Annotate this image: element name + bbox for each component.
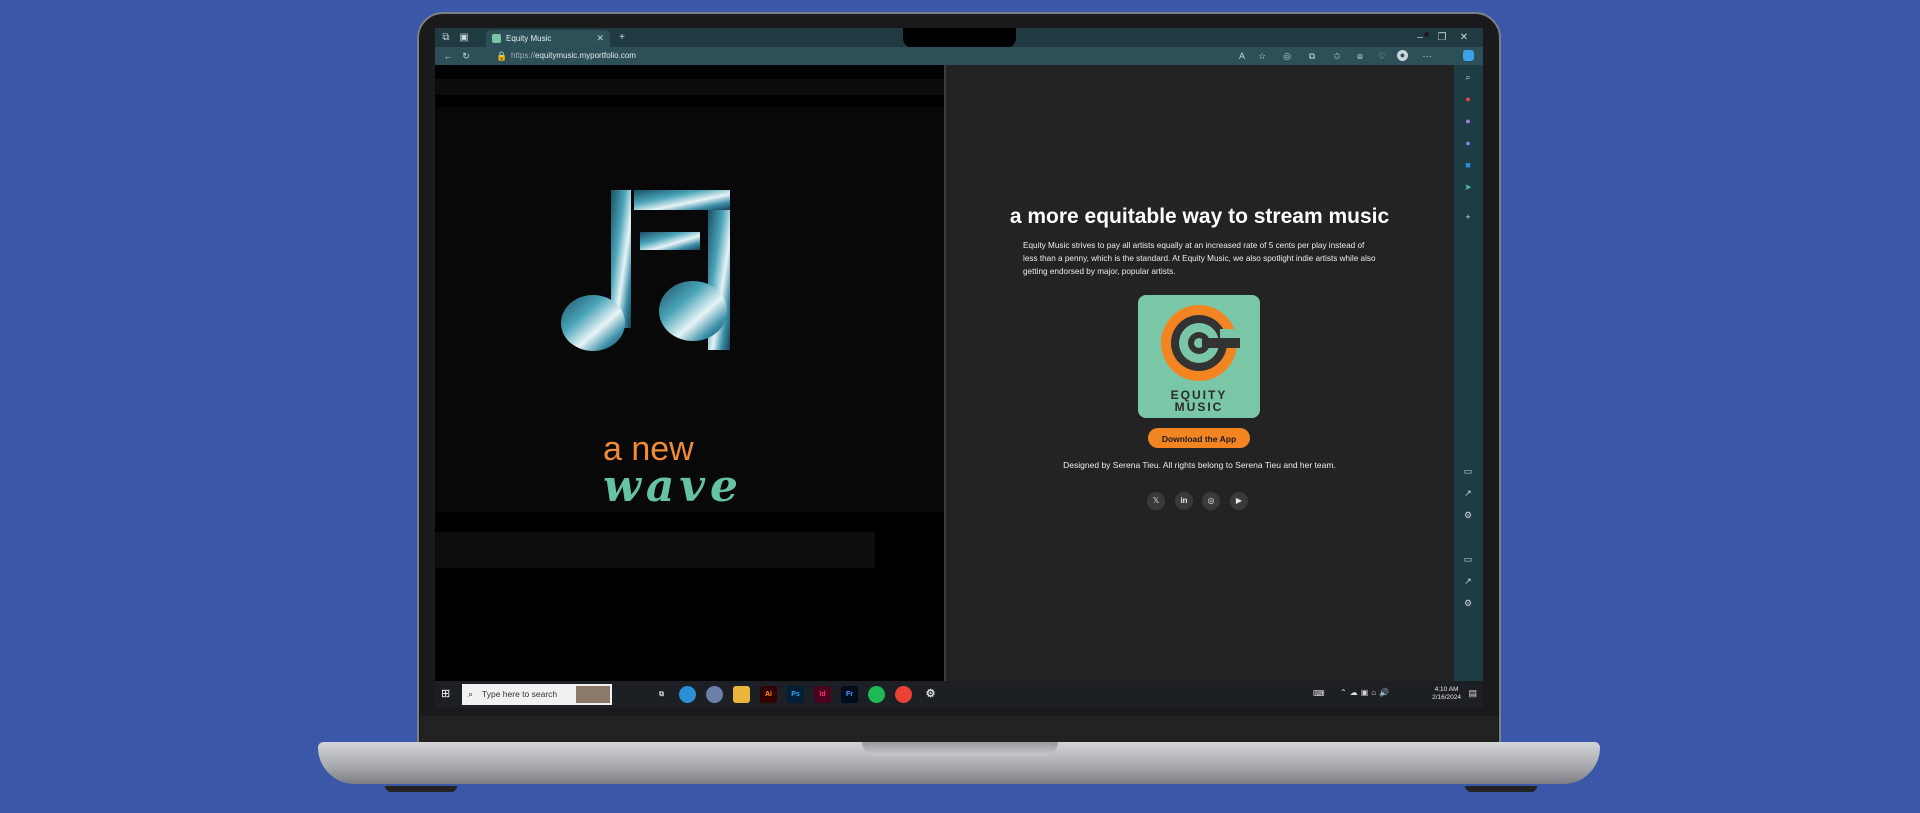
download-app-button[interactable]: Download the App: [1148, 428, 1250, 448]
laptop-opening-notch: [862, 742, 1058, 756]
url-field[interactable]: https://equitymusic.myportfolio.com: [511, 49, 636, 63]
screen: ⧉ ▣ Equity Music ✕ + – ❐ ✕ ← ↻ 🔒 https:/…: [435, 28, 1483, 708]
tab-equity-music[interactable]: Equity Music ✕: [486, 30, 610, 47]
sidebar-settings-icon-2[interactable]: ⚙: [1461, 596, 1475, 610]
tagline-line-2: wave: [603, 461, 743, 512]
sidebar-external-icon[interactable]: ↗: [1461, 486, 1475, 500]
laptop-bezel-bottom: [420, 716, 1498, 744]
equity-music-logo: EQUITY MUSIC: [1138, 295, 1260, 418]
taskbar-search-placeholder: Type here to search: [482, 689, 558, 699]
start-windows-icon[interactable]: ⊞: [441, 688, 453, 700]
search-highlight-image: [576, 686, 610, 703]
hero-top-band: [435, 79, 945, 95]
sidebar-drop-icon[interactable]: ➤: [1461, 180, 1475, 194]
laptop-foot-right: [1465, 786, 1537, 792]
close-tab-icon[interactable]: ✕: [596, 30, 604, 47]
logo-text-line-2: MUSIC: [1174, 400, 1224, 414]
laptop-foot-left: [385, 786, 457, 792]
description-text: Equity Music strives to pay all artists …: [1023, 241, 1376, 276]
sidebar-shopping-icon[interactable]: ●: [1461, 92, 1475, 106]
browser-essentials-icon[interactable]: ♡: [1375, 47, 1389, 65]
x-social-icon[interactable]: 𝕏: [1147, 492, 1165, 510]
chrome-icon[interactable]: [895, 686, 912, 703]
task-view-icon[interactable]: ⧉: [653, 686, 670, 703]
camera-notch: [903, 28, 1429, 48]
sidebar-search-icon[interactable]: ⌕: [1461, 70, 1475, 84]
tab-favicon-icon: [492, 34, 501, 43]
notifications-icon[interactable]: ▤: [1468, 688, 1477, 699]
favorites-icon[interactable]: ✩: [1330, 47, 1344, 65]
read-aloud-icon[interactable]: A: [1235, 47, 1249, 65]
refresh-icon[interactable]: ↻: [459, 47, 473, 65]
sidebar-settings-icon[interactable]: ⚙: [1461, 508, 1475, 522]
fresco-icon[interactable]: Fr: [841, 686, 858, 703]
app-taskbar-icon[interactable]: [706, 686, 723, 703]
edge-taskbar-icon[interactable]: [679, 686, 696, 703]
hero-bottom-band: [435, 532, 875, 568]
sidebar-outlook-icon[interactable]: ■: [1461, 158, 1475, 172]
keyboard-icon[interactable]: ⌨: [1313, 689, 1325, 698]
sidebar-split-icon-2[interactable]: ▭: [1461, 552, 1475, 566]
sidebar-split-icon[interactable]: ▭: [1461, 464, 1475, 478]
sidebar-games-icon[interactable]: ●: [1461, 136, 1475, 150]
copilot-icon[interactable]: [1463, 50, 1474, 61]
tab-title: Equity Music: [506, 34, 552, 43]
linkedin-icon[interactable]: in: [1175, 492, 1193, 510]
credits-text: Designed by Serena Tieu. All rights belo…: [1063, 460, 1336, 470]
clock-date: 2/16/2024: [1432, 694, 1461, 701]
minimize-icon[interactable]: –: [1413, 28, 1427, 47]
tab-actions-icon[interactable]: ▣: [457, 28, 471, 47]
taskbar-search-box[interactable]: ⌕ Type here to search: [462, 684, 612, 705]
workspaces-icon[interactable]: ⧉: [439, 28, 453, 47]
illustrator-icon[interactable]: Ai: [760, 686, 777, 703]
clock-time: 4:10 AM: [1434, 686, 1459, 693]
more-menu-icon[interactable]: ⋯: [1420, 47, 1434, 65]
new-tab-icon[interactable]: +: [615, 28, 629, 47]
lock-icon: 🔒: [496, 51, 508, 61]
spotify-icon[interactable]: [868, 686, 885, 703]
photoshop-icon[interactable]: Ps: [787, 686, 804, 703]
sidebar-tools-icon[interactable]: ●: [1461, 114, 1475, 128]
logo-text: EQUITY MUSIC: [1138, 389, 1260, 413]
browser-tab-bar: ⧉ ▣ Equity Music ✕ + – ❐ ✕: [435, 28, 1483, 48]
sidebar-add-icon[interactable]: +: [1461, 210, 1475, 224]
panel-divider: [944, 65, 946, 681]
restore-icon[interactable]: ❐: [1435, 28, 1449, 47]
system-tray-icons[interactable]: ⌃☁▣⌂🔊: [1340, 688, 1392, 697]
file-explorer-icon[interactable]: [733, 686, 750, 703]
collections-icon[interactable]: ⧈: [1353, 47, 1367, 65]
split-screen-icon[interactable]: ⧉: [1305, 47, 1319, 65]
profile-avatar-icon[interactable]: ●: [1397, 50, 1408, 61]
close-window-icon[interactable]: ✕: [1457, 28, 1471, 47]
favorite-star-icon[interactable]: ☆: [1255, 47, 1269, 65]
instagram-icon[interactable]: ◎: [1202, 492, 1220, 510]
back-icon[interactable]: ←: [441, 47, 455, 65]
page-headline: a more equitable way to stream music: [1009, 205, 1390, 228]
youtube-icon[interactable]: ▶: [1230, 492, 1248, 510]
browser-address-bar: ← ↻ 🔒 https://equitymusic.myportfolio.co…: [435, 47, 1483, 65]
taskbar-clock[interactable]: 4:10 AM 2/16/2024: [1432, 686, 1461, 702]
url-scheme: https://: [511, 51, 536, 60]
extension-icon[interactable]: ◎: [1280, 47, 1294, 65]
search-icon: ⌕: [468, 689, 474, 699]
url-host: equitymusic.myportfolio.com: [535, 51, 636, 60]
indesign-icon[interactable]: Id: [814, 686, 831, 703]
sidebar-external-icon-2[interactable]: ↗: [1461, 574, 1475, 588]
hero-image-panel: [435, 65, 945, 681]
settings-gear-icon[interactable]: ⚙: [922, 686, 939, 703]
windows-taskbar: ⊞ ⌕ Type here to search ⧉ Ai Ps Id Fr ⚙ …: [435, 681, 1483, 708]
